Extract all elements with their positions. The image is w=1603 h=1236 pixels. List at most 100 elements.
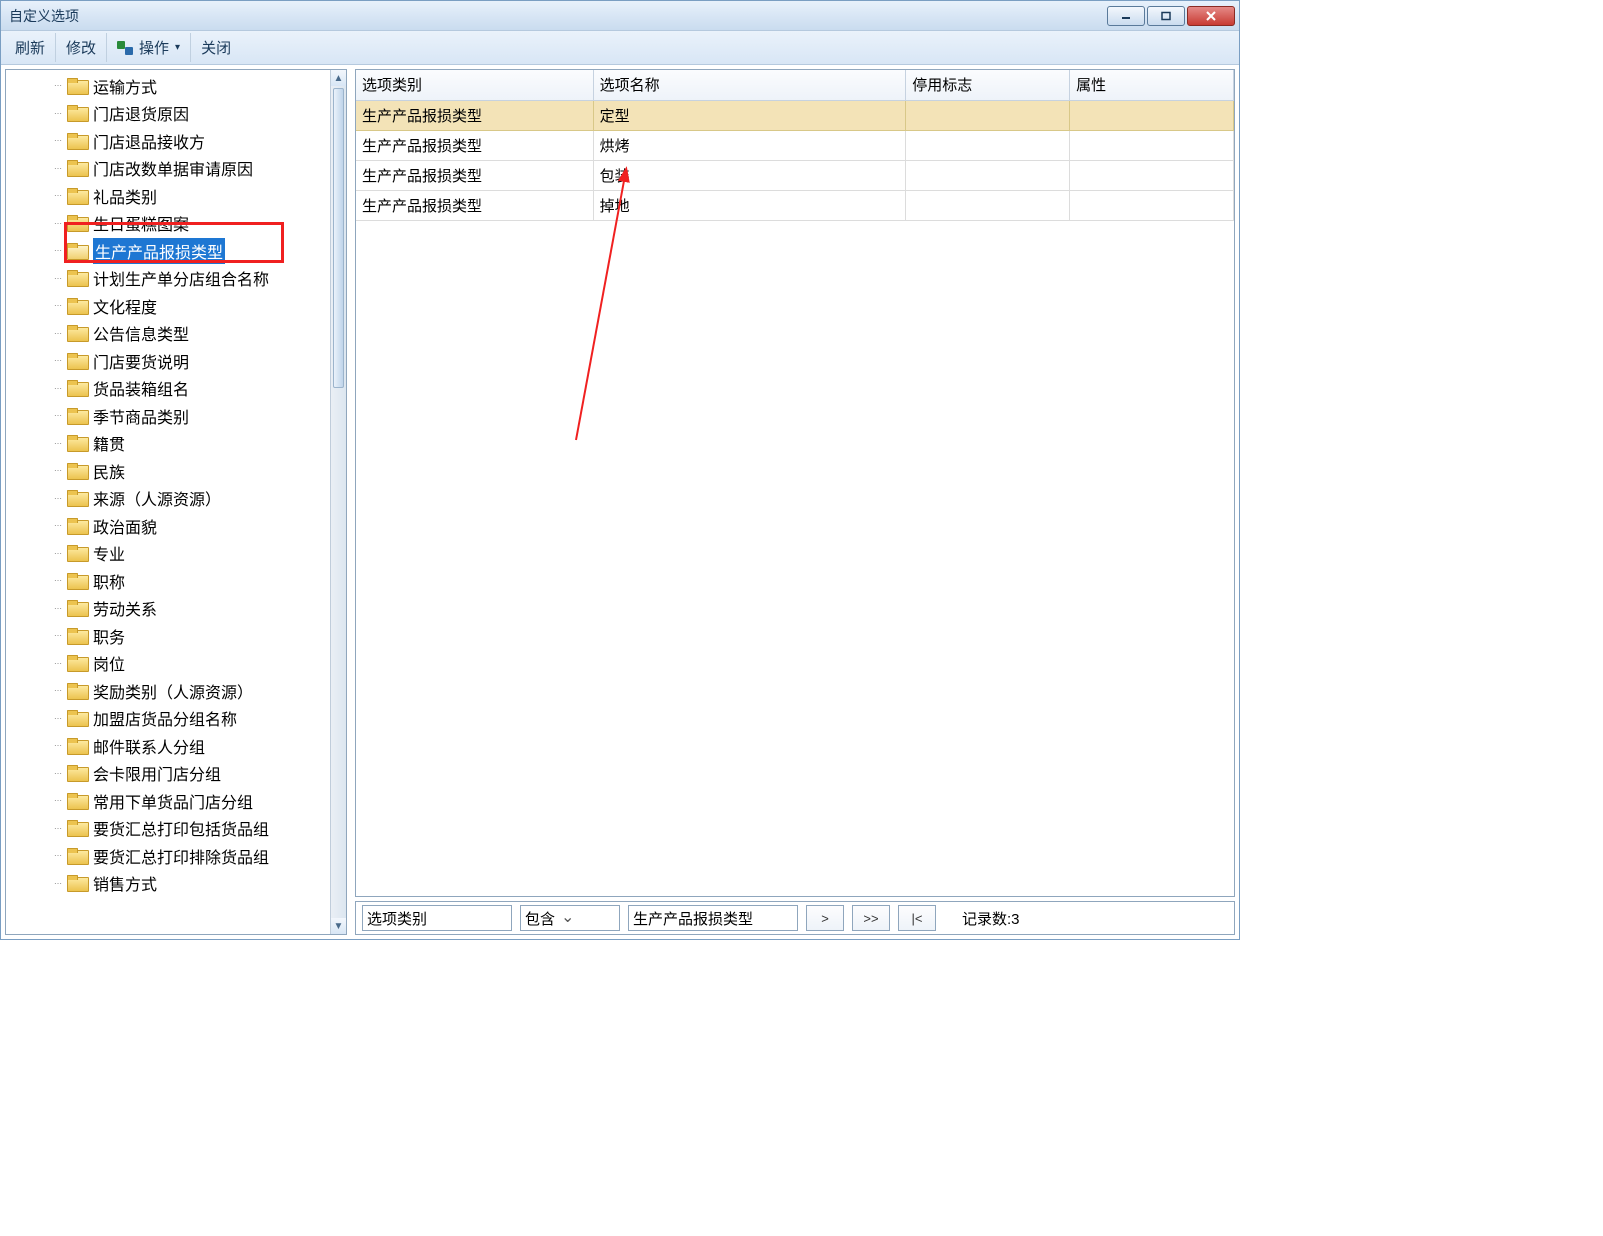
refresh-button[interactable]: 刷新	[5, 33, 56, 62]
folder-icon	[67, 655, 87, 671]
tree-branch-icon: ⋯	[54, 659, 61, 668]
modify-button[interactable]: 修改	[56, 33, 107, 62]
tree-item-label: 会卡限用门店分组	[93, 761, 221, 785]
tree-item[interactable]: ⋯生产产品报损类型	[54, 237, 330, 265]
folder-icon	[67, 490, 87, 506]
folder-icon	[67, 298, 87, 314]
table-row[interactable]: 生产产品报损类型烘烤	[356, 130, 1234, 160]
tree-item[interactable]: ⋯劳动关系	[54, 595, 330, 623]
tree-item[interactable]: ⋯门店改数单据审请原因	[54, 155, 330, 183]
nav-next-label: >	[821, 911, 829, 926]
filter-op-value: 包含	[525, 908, 555, 929]
close-window-button[interactable]	[1187, 6, 1235, 26]
tree-branch-icon: ⋯	[54, 109, 61, 118]
tree-item[interactable]: ⋯门店退货原因	[54, 100, 330, 128]
filter-bar: 选项类别 包含 生产产品报损类型 > >> |< 记录数:3	[355, 901, 1235, 935]
tree-item[interactable]: ⋯职称	[54, 567, 330, 595]
tree-item[interactable]: ⋯礼品类别	[54, 182, 330, 210]
tree-item[interactable]: ⋯来源（人源资源）	[54, 485, 330, 513]
tree-item[interactable]: ⋯计划生产单分店组合名称	[54, 265, 330, 293]
tree-item[interactable]: ⋯要货汇总打印排除货品组	[54, 842, 330, 870]
window: 自定义选项 刷新 修改 操作 ▾ 关闭	[0, 0, 1240, 940]
tree-item[interactable]: ⋯岗位	[54, 650, 330, 678]
tree-item-label: 季节商品类别	[93, 404, 189, 428]
tree-item[interactable]: ⋯加盟店货品分组名称	[54, 705, 330, 733]
tree-item[interactable]: ⋯常用下单货品门店分组	[54, 787, 330, 815]
tree-item-label: 公告信息类型	[93, 321, 189, 345]
tree-item[interactable]: ⋯政治面貌	[54, 512, 330, 540]
tree-item[interactable]: ⋯货品装箱组名	[54, 375, 330, 403]
tree-item[interactable]: ⋯专业	[54, 540, 330, 568]
tree-item-label: 劳动关系	[93, 596, 157, 620]
tree-scrollbar[interactable]: ▲ ▼	[330, 70, 346, 934]
operate-menu[interactable]: 操作 ▾	[107, 33, 191, 62]
tree-branch-icon: ⋯	[54, 851, 61, 860]
options-table[interactable]: 选项类别选项名称停用标志属性 生产产品报损类型定型生产产品报损类型烘烤生产产品报…	[356, 70, 1234, 221]
tree-branch-icon: ⋯	[54, 824, 61, 833]
table-header-cell[interactable]: 停用标志	[906, 70, 1070, 100]
chevron-down-icon: ▾	[175, 42, 180, 53]
tree-item-label: 要货汇总打印包括货品组	[93, 816, 269, 840]
tree-item[interactable]: ⋯公告信息类型	[54, 320, 330, 348]
tree-item-label: 销售方式	[93, 871, 157, 895]
filter-op-select[interactable]: 包含	[520, 905, 620, 931]
table-header-cell[interactable]: 选项名称	[593, 70, 906, 100]
tree: ⋯运输方式⋯门店退货原因⋯门店退品接收方⋯门店改数单据审请原因⋯礼品类别⋯生日蛋…	[6, 70, 330, 897]
tree-item[interactable]: ⋯生日蛋糕图案	[54, 210, 330, 238]
nav-first-button[interactable]: |<	[898, 905, 936, 931]
close-button[interactable]: 关闭	[191, 33, 241, 62]
tree-item-label: 职称	[93, 569, 125, 593]
titlebar[interactable]: 自定义选项	[1, 1, 1239, 31]
table-header-cell[interactable]: 属性	[1070, 70, 1234, 100]
tree-scroll[interactable]: ⋯运输方式⋯门店退货原因⋯门店退品接收方⋯门店改数单据审请原因⋯礼品类别⋯生日蛋…	[6, 70, 330, 934]
tree-branch-icon: ⋯	[54, 411, 61, 420]
tree-item[interactable]: ⋯门店要货说明	[54, 347, 330, 375]
tree-item[interactable]: ⋯门店退品接收方	[54, 127, 330, 155]
folder-icon	[67, 408, 87, 424]
tree-branch-icon: ⋯	[54, 384, 61, 393]
scrollbar-thumb[interactable]	[333, 88, 344, 388]
tree-item-label: 常用下单货品门店分组	[93, 789, 253, 813]
tree-item-label: 门店改数单据审请原因	[93, 156, 253, 180]
table-row[interactable]: 生产产品报损类型定型	[356, 100, 1234, 130]
tree-item-label: 门店退品接收方	[93, 129, 205, 153]
nav-last-button[interactable]: >>	[852, 905, 890, 931]
nav-first-label: |<	[912, 911, 923, 926]
tree-item[interactable]: ⋯运输方式	[54, 72, 330, 100]
grid-wrap: 选项类别选项名称停用标志属性 生产产品报损类型定型生产产品报损类型烘烤生产产品报…	[355, 69, 1235, 897]
tree-branch-icon: ⋯	[54, 714, 61, 723]
table-cell: 生产产品报损类型	[356, 130, 593, 160]
folder-icon	[67, 820, 87, 836]
tree-item[interactable]: ⋯职务	[54, 622, 330, 650]
tree-branch-icon: ⋯	[54, 439, 61, 448]
tree-item[interactable]: ⋯奖励类别（人源资源）	[54, 677, 330, 705]
tree-item[interactable]: ⋯民族	[54, 457, 330, 485]
table-cell	[1070, 130, 1234, 160]
table-row[interactable]: 生产产品报损类型包装	[356, 160, 1234, 190]
nav-next-button[interactable]: >	[806, 905, 844, 931]
minimize-button[interactable]	[1107, 6, 1145, 26]
filter-value-input[interactable]: 生产产品报损类型	[628, 905, 798, 931]
table-cell	[906, 100, 1070, 130]
tree-item[interactable]: ⋯ 要货汇总打印包括货品组	[54, 815, 330, 843]
scrollbar-up-arrow-icon[interactable]: ▲	[331, 70, 346, 86]
tree-item[interactable]: ⋯销售方式	[54, 870, 330, 898]
tree-panel: ⋯运输方式⋯门店退货原因⋯门店退品接收方⋯门店改数单据审请原因⋯礼品类别⋯生日蛋…	[5, 69, 347, 935]
tree-branch-icon: ⋯	[54, 81, 61, 90]
scrollbar-down-arrow-icon[interactable]: ▼	[331, 918, 346, 934]
tree-item[interactable]: ⋯邮件联系人分组	[54, 732, 330, 760]
table-cell	[906, 130, 1070, 160]
filter-field-select[interactable]: 选项类别	[362, 905, 512, 931]
maximize-button[interactable]	[1147, 6, 1185, 26]
tree-item[interactable]: ⋯会卡限用门店分组	[54, 760, 330, 788]
tree-branch-icon: ⋯	[54, 686, 61, 695]
tree-item-label: 文化程度	[93, 294, 157, 318]
tree-item[interactable]: ⋯ 季节商品类别	[54, 402, 330, 430]
tree-branch-icon: ⋯	[54, 274, 61, 283]
tree-item[interactable]: ⋯ 文化程度	[54, 292, 330, 320]
table-row[interactable]: 生产产品报损类型掉地	[356, 190, 1234, 220]
folder-icon	[67, 160, 87, 176]
tree-branch-icon: ⋯	[54, 301, 61, 310]
table-header-cell[interactable]: 选项类别	[356, 70, 593, 100]
tree-item[interactable]: ⋯籍贯	[54, 430, 330, 458]
